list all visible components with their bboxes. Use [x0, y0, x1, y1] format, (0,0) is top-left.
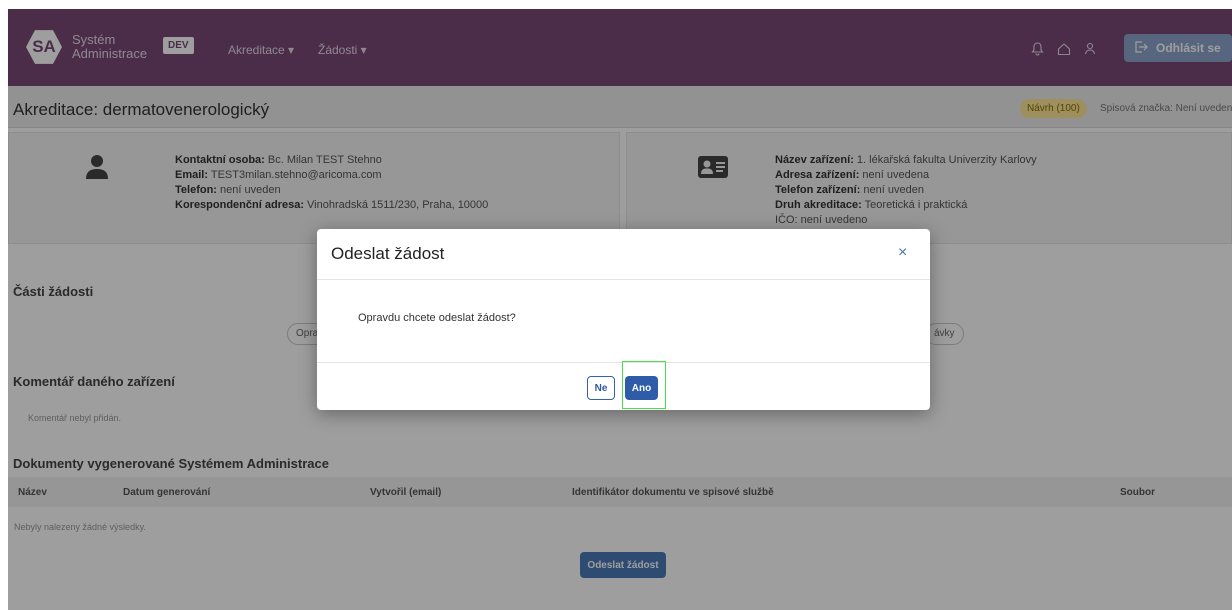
navbar-dim-overlay: [8, 9, 1232, 86]
yes-button[interactable]: Ano: [625, 376, 658, 400]
confirm-dialog: Odeslat žádost × Opravdu chcete odeslat …: [317, 229, 930, 410]
dialog-header: Odeslat žádost ×: [317, 229, 930, 280]
dialog-title: Odeslat žádost: [331, 244, 445, 263]
dialog-footer: Ne Ano: [317, 361, 930, 410]
dialog-message: Opravdu chcete odeslat žádost?: [358, 312, 516, 324]
close-icon[interactable]: ×: [898, 244, 907, 262]
no-button[interactable]: Ne: [587, 376, 615, 400]
